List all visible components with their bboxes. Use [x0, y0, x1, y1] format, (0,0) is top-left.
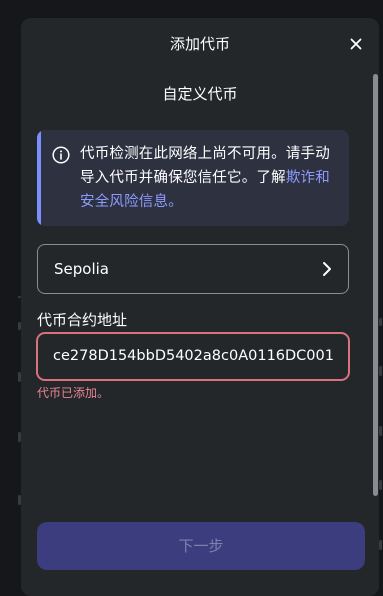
backdrop-fragment — [379, 540, 382, 550]
scrollbar-thumb[interactable] — [373, 74, 378, 496]
info-banner-text: 代币检测在此网络上尚不可用。请手动导入代币并确保您信任它。了解欺诈和安全风险信息… — [80, 142, 344, 214]
info-banner-accent — [37, 130, 41, 226]
token-address-value[interactable]: ce278D154bbD5402a8c0A0116DC0010 — [53, 345, 334, 367]
address-field-label: 代币合约地址 — [37, 311, 128, 329]
address-error-message: 代币已添加。 — [37, 386, 110, 400]
token-address-text[interactable]: ce278D154bbD5402a8c0A0116DC0010 — [53, 348, 334, 364]
close-button[interactable] — [347, 33, 365, 55]
network-name: Sepolia — [54, 260, 109, 278]
chevron-right-icon — [323, 262, 331, 276]
next-button[interactable]: 下一步 — [37, 522, 365, 570]
info-circle-icon — [52, 146, 70, 164]
info-banner: 代币检测在此网络上尚不可用。请手动导入代币并确保您信任它。了解欺诈和安全风险信息… — [37, 130, 349, 226]
network-selector[interactable]: Sepolia — [37, 244, 349, 294]
custom-token-heading: 自定义代币 — [162, 85, 238, 103]
backdrop-fragment — [379, 426, 382, 436]
backdrop-fragment — [379, 480, 382, 490]
token-address-input[interactable]: ce278D154bbD5402a8c0A0116DC0010 — [37, 333, 349, 380]
add-token-modal: 添加代币 自定义代币 代币检测在此网络上尚不可用。请手动导入代币并确保您信任它。… — [21, 18, 379, 596]
modal-title: 添加代币 — [169, 35, 230, 53]
close-icon[interactable] — [350, 38, 362, 50]
backdrop-fragment — [379, 366, 382, 376]
backdrop-fragment — [379, 318, 382, 326]
scrollbar[interactable] — [372, 72, 379, 512]
